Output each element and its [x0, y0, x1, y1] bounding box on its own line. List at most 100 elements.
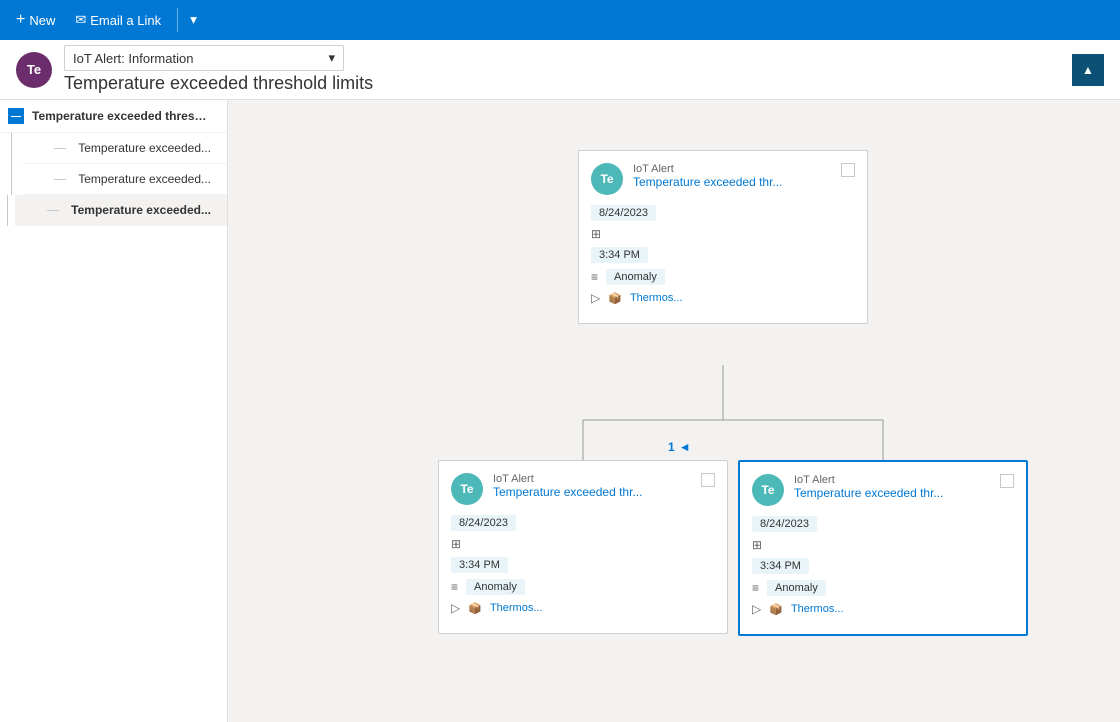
- card-date: 8/24/2023: [451, 515, 516, 531]
- dropdown-value: IoT Alert: Information: [73, 51, 193, 66]
- card-link-row: ▷ 📦 Thermos...: [752, 602, 1014, 616]
- bottom-left-card[interactable]: Te IoT Alert Temperature exceeded thr...…: [438, 460, 728, 634]
- card-anomaly-row: ≡ Anomaly: [591, 269, 855, 285]
- card-checkbox[interactable]: [701, 473, 715, 487]
- pagination: 1 ◄: [668, 440, 691, 454]
- card-date-row: 8/24/2023: [451, 515, 715, 531]
- avatar: Te: [16, 52, 52, 88]
- card-link-row: ▷ 📦 Thermos...: [591, 291, 855, 305]
- card-date: 8/24/2023: [591, 205, 656, 221]
- card-header: Te IoT Alert Temperature exceeded thr...: [451, 473, 715, 505]
- card-title[interactable]: Temperature exceeded thr...: [794, 486, 943, 500]
- header: Te IoT Alert: Information ▾ Temperature …: [0, 40, 1120, 100]
- plus-icon: +: [16, 11, 25, 29]
- canvas: Te IoT Alert Temperature exceeded thr...…: [228, 100, 1120, 722]
- dropdown-chevron-icon: ▾: [328, 50, 335, 66]
- card-type: IoT Alert: [794, 474, 943, 486]
- email-icon: ✉: [75, 12, 86, 28]
- card-type: IoT Alert: [493, 473, 642, 485]
- card-info: IoT Alert Temperature exceeded thr...: [633, 163, 782, 189]
- forward-icon: ▷: [451, 601, 460, 615]
- sidebar: — Temperature exceeded thresh... Tempera…: [0, 100, 228, 722]
- card-header: Te IoT Alert Temperature exceeded thr...: [752, 474, 1014, 506]
- thermos-link[interactable]: Thermos...: [630, 292, 683, 304]
- card-type: IoT Alert: [633, 163, 782, 175]
- forward-icon: ▷: [752, 602, 761, 616]
- card-title[interactable]: Temperature exceeded thr...: [493, 485, 642, 499]
- prev-page-button[interactable]: ◄: [679, 440, 691, 454]
- header-type-dropdown[interactable]: IoT Alert: Information ▾: [64, 45, 344, 71]
- card-checkbox[interactable]: [841, 163, 855, 177]
- card-avatar: Te: [591, 163, 623, 195]
- tree-dash-1: [54, 148, 66, 149]
- toolbar-dropdown-button[interactable]: ▾: [186, 8, 201, 32]
- card-link-row: ▷ 📦 Thermos...: [451, 601, 715, 615]
- sidebar-label-1: Temperature exceeded...: [78, 141, 211, 155]
- collapse-icon-0: —: [8, 108, 24, 124]
- sidebar-item-2[interactable]: Temperature exceeded...: [22, 164, 227, 195]
- collapse-button[interactable]: ▲: [1072, 54, 1104, 86]
- card-category: Anomaly: [767, 580, 826, 596]
- package-icon: 📦: [608, 292, 622, 305]
- card-info: IoT Alert Temperature exceeded thr...: [794, 474, 943, 500]
- email-link-button[interactable]: ✉ Email a Link: [67, 8, 169, 32]
- sidebar-item-1[interactable]: Temperature exceeded...: [22, 133, 227, 164]
- tree-dash-3: [47, 210, 59, 211]
- chevron-down-icon: ▾: [190, 12, 197, 28]
- toolbar: + New ✉ Email a Link ▾: [0, 0, 1120, 40]
- card-date-row: 8/24/2023: [752, 516, 1014, 532]
- sidebar-tree-line-1: Temperature exceeded...: [0, 133, 227, 164]
- sidebar-item-0[interactable]: — Temperature exceeded thresh...: [0, 100, 227, 133]
- card-date: 8/24/2023: [752, 516, 817, 532]
- header-info: IoT Alert: Information ▾ Temperature exc…: [64, 45, 1060, 94]
- card-anomaly-row: ≡ Anomaly: [752, 580, 1014, 596]
- copy-icon: ⊞: [451, 537, 461, 551]
- copy-icon: ⊞: [591, 227, 601, 241]
- list-icon: ≡: [591, 270, 598, 284]
- card-anomaly-row: ≡ Anomaly: [451, 579, 715, 595]
- sidebar-label-2: Temperature exceeded...: [78, 172, 211, 186]
- main-area: — Temperature exceeded thresh... Tempera…: [0, 100, 1120, 722]
- sidebar-item-3[interactable]: Temperature exceeded...: [15, 195, 227, 226]
- card-time-row: 3:34 PM: [752, 558, 1014, 574]
- list-icon: ≡: [451, 580, 458, 594]
- avatar-initials: Te: [761, 483, 774, 497]
- thermos-link[interactable]: Thermos...: [791, 603, 844, 615]
- card-copy-row: ⊞: [591, 227, 855, 241]
- card-title[interactable]: Temperature exceeded thr...: [633, 175, 782, 189]
- sidebar-label-3: Temperature exceeded...: [71, 203, 211, 217]
- card-copy-row: ⊞: [752, 538, 1014, 552]
- package-icon: 📦: [769, 603, 783, 616]
- page-title: Temperature exceeded threshold limits: [64, 73, 1060, 94]
- card-header: Te IoT Alert Temperature exceeded thr...: [591, 163, 855, 195]
- toolbar-divider: [177, 8, 178, 32]
- avatar-initials: Te: [600, 172, 613, 186]
- sidebar-tree-line-2: Temperature exceeded...: [0, 164, 227, 195]
- list-icon: ≡: [752, 581, 759, 595]
- thermos-link[interactable]: Thermos...: [490, 602, 543, 614]
- new-label: New: [29, 13, 55, 28]
- sidebar-label-0: Temperature exceeded thresh...: [32, 109, 211, 123]
- card-time: 3:34 PM: [591, 247, 648, 263]
- card-avatar: Te: [752, 474, 784, 506]
- avatar-initials: Te: [460, 482, 473, 496]
- package-icon: 📦: [468, 602, 482, 615]
- forward-icon: ▷: [591, 291, 600, 305]
- collapse-icon: ▲: [1082, 63, 1094, 77]
- card-category: Anomaly: [606, 269, 665, 285]
- card-info: IoT Alert Temperature exceeded thr...: [493, 473, 642, 499]
- card-category: Anomaly: [466, 579, 525, 595]
- tree-dash-2: [54, 179, 66, 180]
- card-date-row: 8/24/2023: [591, 205, 855, 221]
- top-card[interactable]: Te IoT Alert Temperature exceeded thr...…: [578, 150, 868, 324]
- card-time: 3:34 PM: [451, 557, 508, 573]
- email-label: Email a Link: [90, 13, 161, 28]
- new-button[interactable]: + New: [8, 7, 63, 33]
- sidebar-tree-line-3: Temperature exceeded...: [0, 195, 227, 226]
- bottom-right-card[interactable]: Te IoT Alert Temperature exceeded thr...…: [738, 460, 1028, 636]
- card-time-row: 3:34 PM: [451, 557, 715, 573]
- copy-icon: ⊞: [752, 538, 762, 552]
- card-time-row: 3:34 PM: [591, 247, 855, 263]
- card-checkbox[interactable]: [1000, 474, 1014, 488]
- avatar-initials: Te: [27, 62, 41, 77]
